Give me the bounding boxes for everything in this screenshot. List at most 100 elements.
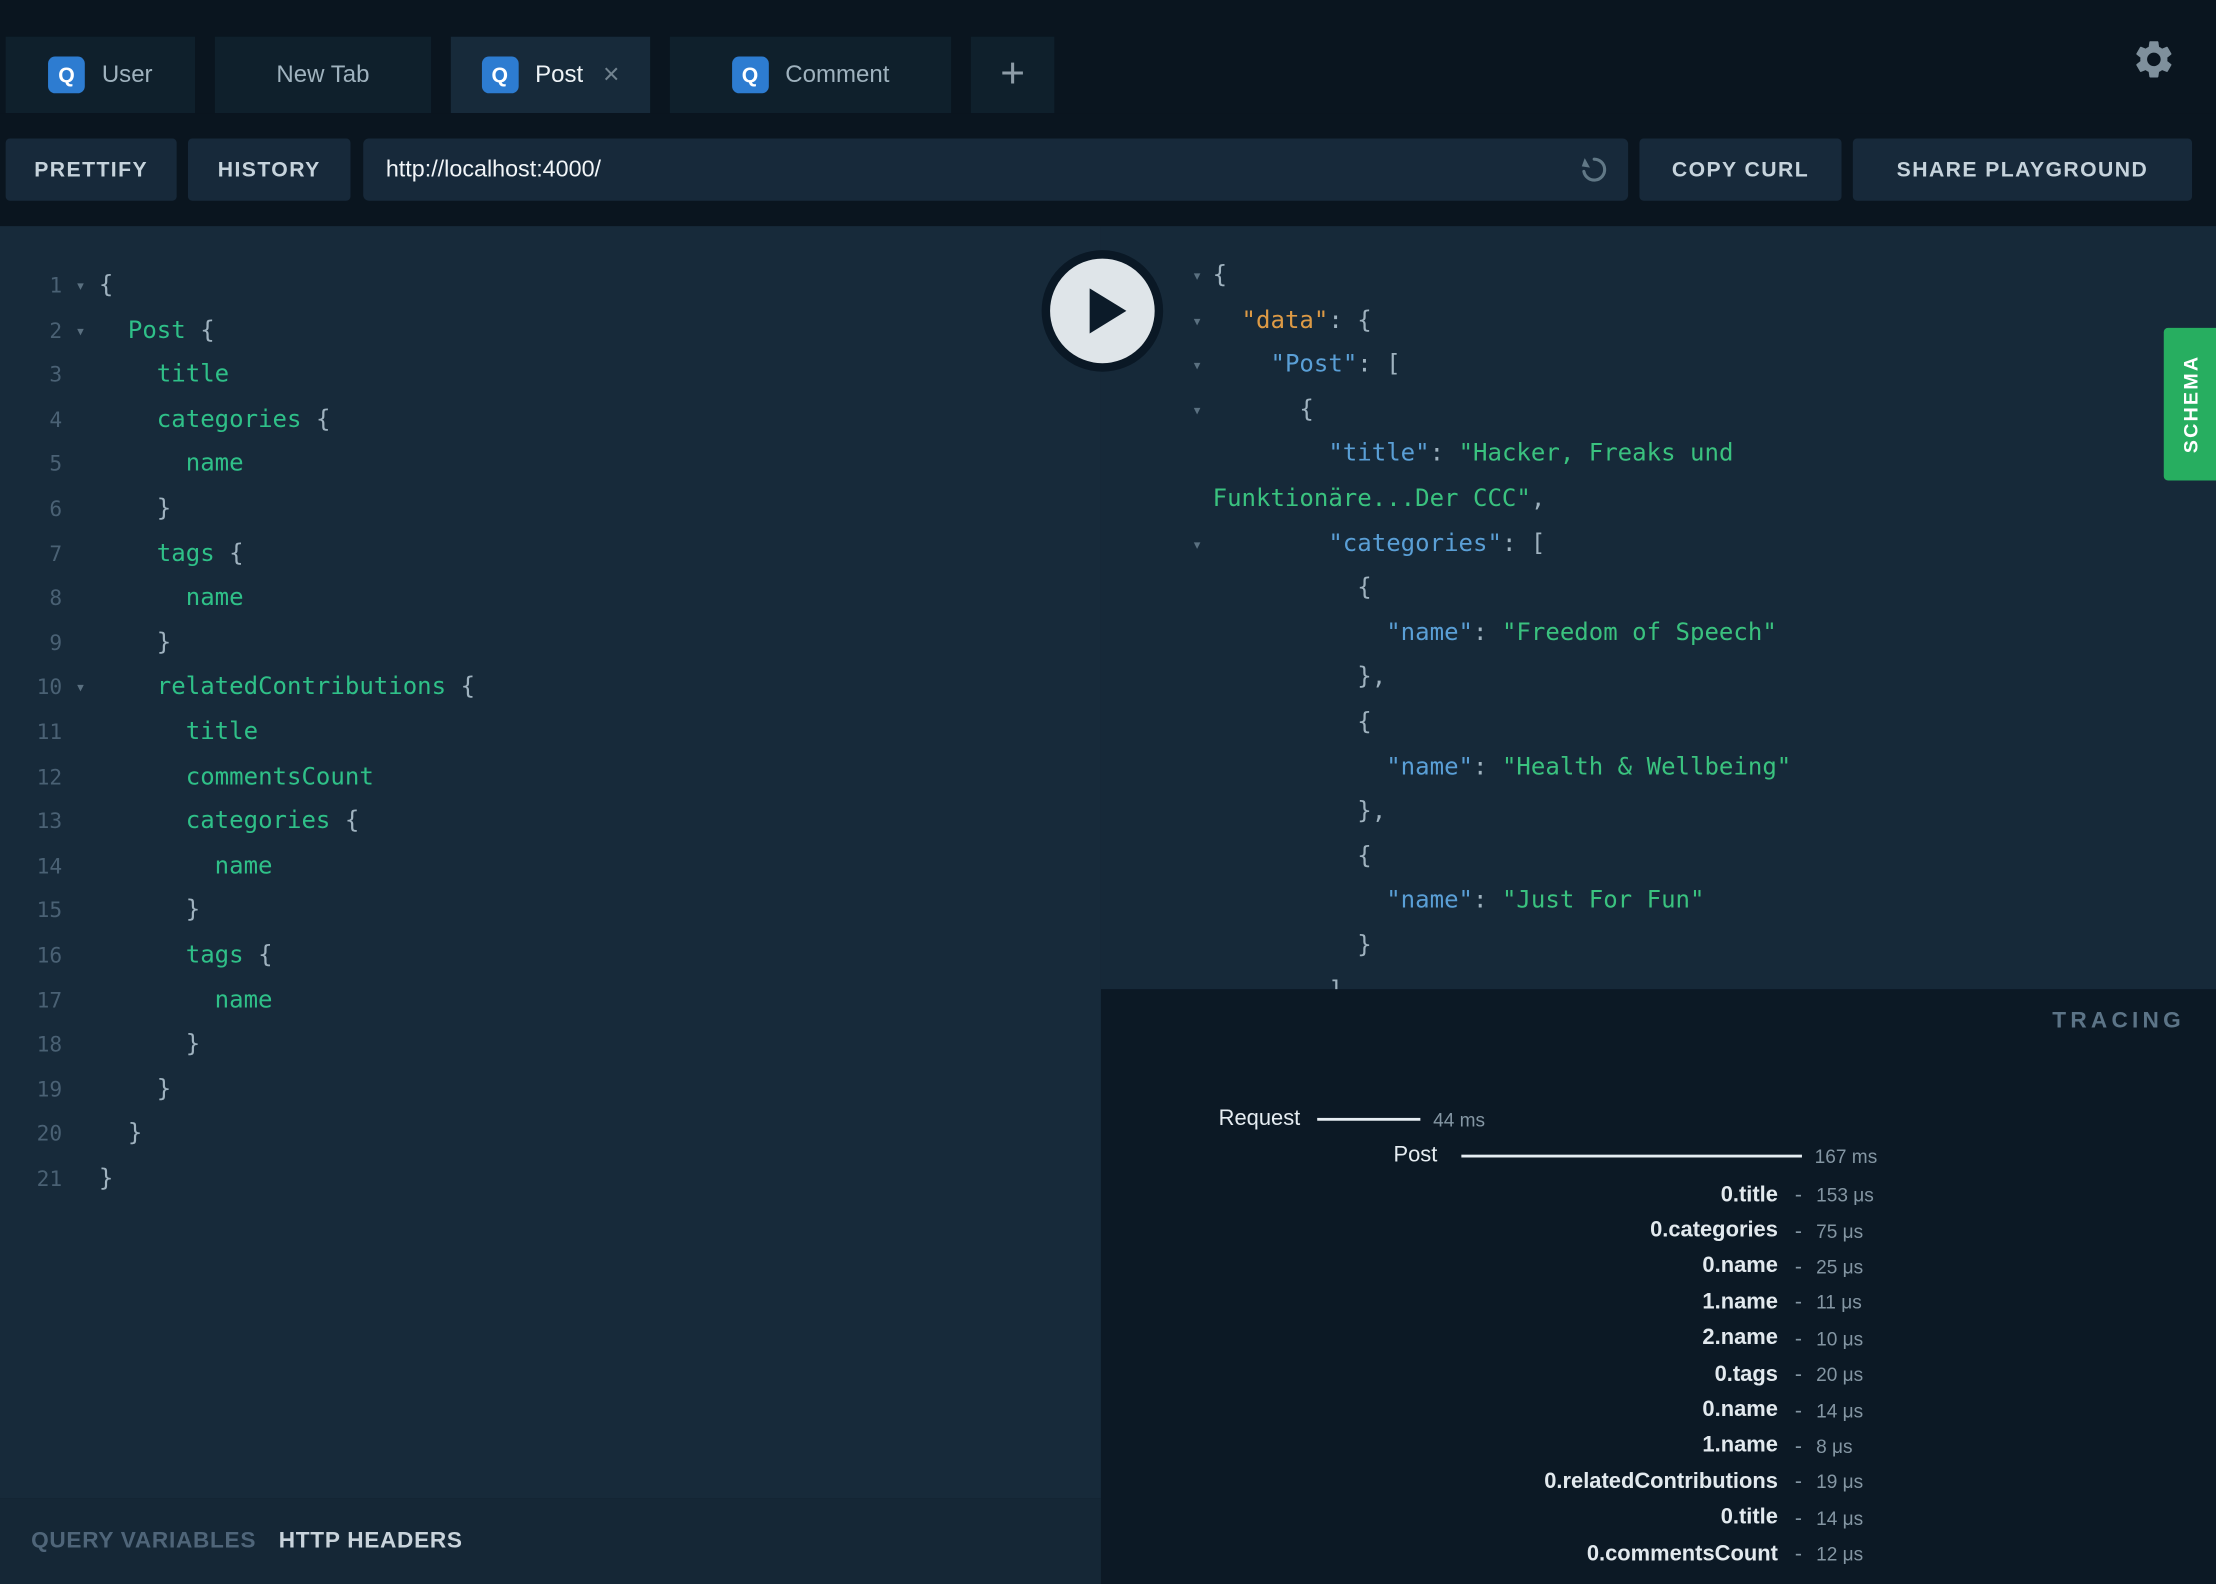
tracing-resolver-row: 0.relatedContributions -19 μs [1101, 1464, 2216, 1500]
query-line[interactable]: 10 ▾ relatedContributions { [0, 666, 1101, 711]
line-number: 11 [36, 719, 63, 745]
code-text: title [156, 360, 230, 389]
query-line[interactable]: 6 } [0, 488, 1101, 533]
response-line: ▾ "Post": [ [1182, 344, 2216, 389]
code-text: name [185, 583, 244, 613]
copy-curl-button[interactable]: COPY CURL [1639, 138, 1842, 201]
query-line[interactable]: 3 title [0, 354, 1101, 399]
execute-query-button[interactable] [1041, 250, 1164, 372]
query-line[interactable]: 7 tags { [0, 532, 1101, 577]
line-number: 13 [36, 808, 63, 835]
fold-arrow-icon[interactable]: ▾ [1182, 388, 1213, 433]
play-icon [1089, 288, 1127, 334]
tracing-resolver-row: 0.tags -20 μs [1101, 1357, 2216, 1393]
new-tab-button[interactable]: + [970, 36, 1055, 114]
history-button[interactable]: HISTORY [187, 138, 351, 201]
response-line: }, [1182, 656, 2216, 701]
query-line[interactable]: 14 name [0, 845, 1101, 890]
code-text: name [185, 449, 244, 479]
query-line[interactable]: 1 ▾{ [0, 264, 1101, 309]
query-badge-icon: Q [481, 56, 519, 94]
query-line[interactable]: 8 name [0, 577, 1101, 622]
code-text: } [98, 1030, 201, 1059]
resolver-time: 8 μs [1816, 1435, 1853, 1458]
close-tab-icon[interactable]: × [603, 61, 620, 89]
query-line[interactable]: 21} [0, 1157, 1101, 1202]
dash-separator: - [1794, 1290, 1802, 1315]
code-text: } [1212, 931, 1372, 960]
line-number: 3 [49, 362, 63, 388]
query-line[interactable]: 5 name [0, 443, 1101, 488]
query-line[interactable]: 19 } [0, 1068, 1101, 1113]
query-variables-tab[interactable]: QUERY VARIABLES [31, 1528, 256, 1553]
share-playground-button[interactable]: SHARE PLAYGROUND [1852, 138, 2193, 201]
fold-arrow-icon[interactable]: ▾ [1182, 254, 1213, 299]
query-line[interactable]: 11 title [0, 711, 1101, 756]
query-line[interactable]: 20 } [0, 1113, 1101, 1158]
fold-arrow-icon[interactable]: ▾ [62, 309, 99, 354]
fold-arrow-icon[interactable]: ▾ [1182, 299, 1213, 344]
query-line[interactable]: 2 ▾ Post { [0, 309, 1101, 354]
line-number: 6 [49, 496, 63, 522]
query-line[interactable]: 12 commentsCount [0, 755, 1101, 800]
tab-user[interactable]: Q User [5, 36, 196, 114]
tab-new-tab[interactable]: New Tab [214, 36, 432, 114]
resolver-time: 19 μs [1816, 1471, 1864, 1493]
code-text: "name": "Freedom of Speech" [1386, 618, 1777, 647]
query-line[interactable]: 16 tags { [0, 934, 1101, 979]
settings-gear-icon[interactable] [2131, 37, 2176, 82]
tab-comment[interactable]: Q Comment [669, 36, 952, 114]
dash-separator: - [1794, 1470, 1802, 1495]
line-number: 15 [36, 897, 63, 924]
query-line[interactable]: 17 name [0, 979, 1101, 1024]
query-line[interactable]: 4 categories { [0, 398, 1101, 443]
tab-post-active[interactable]: Q Post × [450, 36, 651, 114]
fold-arrow-icon[interactable]: ▾ [62, 666, 99, 711]
prettify-button[interactable]: PRETTIFY [5, 138, 177, 201]
tab-bar: Q User New Tab Q Post × Q Comment + [0, 0, 2216, 114]
query-line[interactable]: 15 } [0, 889, 1101, 934]
query-line[interactable]: 13 categories { [0, 800, 1101, 845]
resolver-time: 153 μs [1816, 1184, 1874, 1206]
code-text: { [1212, 574, 1372, 603]
code-text: "name": "Health & Wellbeing" [1386, 752, 1792, 781]
resolver-time: 10 μs [1816, 1328, 1864, 1350]
tracing-resolver-row: 1.name -8 μs [1101, 1428, 2216, 1464]
code-text: } [98, 1119, 143, 1148]
request-time: 44 ms [1433, 1108, 1486, 1130]
response-line: "name": "Just For Fun" [1182, 880, 2216, 925]
resolver-path: 1.name [1702, 1433, 1778, 1458]
http-headers-tab[interactable]: HTTP HEADERS [279, 1528, 463, 1553]
code-text: ] [1213, 969, 1342, 989]
code-text: "Post": [ [1270, 350, 1401, 380]
fold-arrow-icon[interactable]: ▾ [62, 264, 99, 309]
endpoint-url-input[interactable] [363, 138, 1629, 201]
query-badge-icon: Q [48, 56, 85, 94]
code-text: } [98, 896, 201, 925]
query-editor[interactable]: 1 ▾{2 ▾ Post {3 title 4 categories {5 name 6… [0, 226, 1101, 1499]
resolver-path: 0.tags [1714, 1361, 1778, 1386]
fold-arrow-icon[interactable]: ▾ [1182, 522, 1213, 567]
code-text: } [98, 628, 172, 657]
dash-separator: - [1794, 1326, 1802, 1351]
query-line[interactable]: 18 } [0, 1023, 1101, 1068]
query-editor-code: 1 ▾{2 ▾ Post {3 title 4 categories {5 name 6… [0, 264, 1101, 1202]
query-line[interactable]: 9 } [0, 621, 1101, 666]
tracing-resolver-row: 0.name -14 μs [1101, 1393, 2216, 1429]
fold-arrow-icon[interactable]: ▾ [1182, 344, 1213, 389]
response-line: ▾{ [1182, 254, 2216, 299]
dash-separator: - [1794, 1362, 1802, 1387]
reset-endpoint-icon[interactable] [1577, 153, 1611, 187]
line-number: 4 [49, 406, 63, 433]
schema-sidebar-tab[interactable]: SCHEMA [2163, 327, 2216, 481]
tracing-resolver-row: 0.title -14 μs [1101, 1500, 2216, 1536]
response-line: "name": "Freedom of Speech" [1182, 612, 2216, 657]
code-text: }, [1212, 797, 1387, 826]
